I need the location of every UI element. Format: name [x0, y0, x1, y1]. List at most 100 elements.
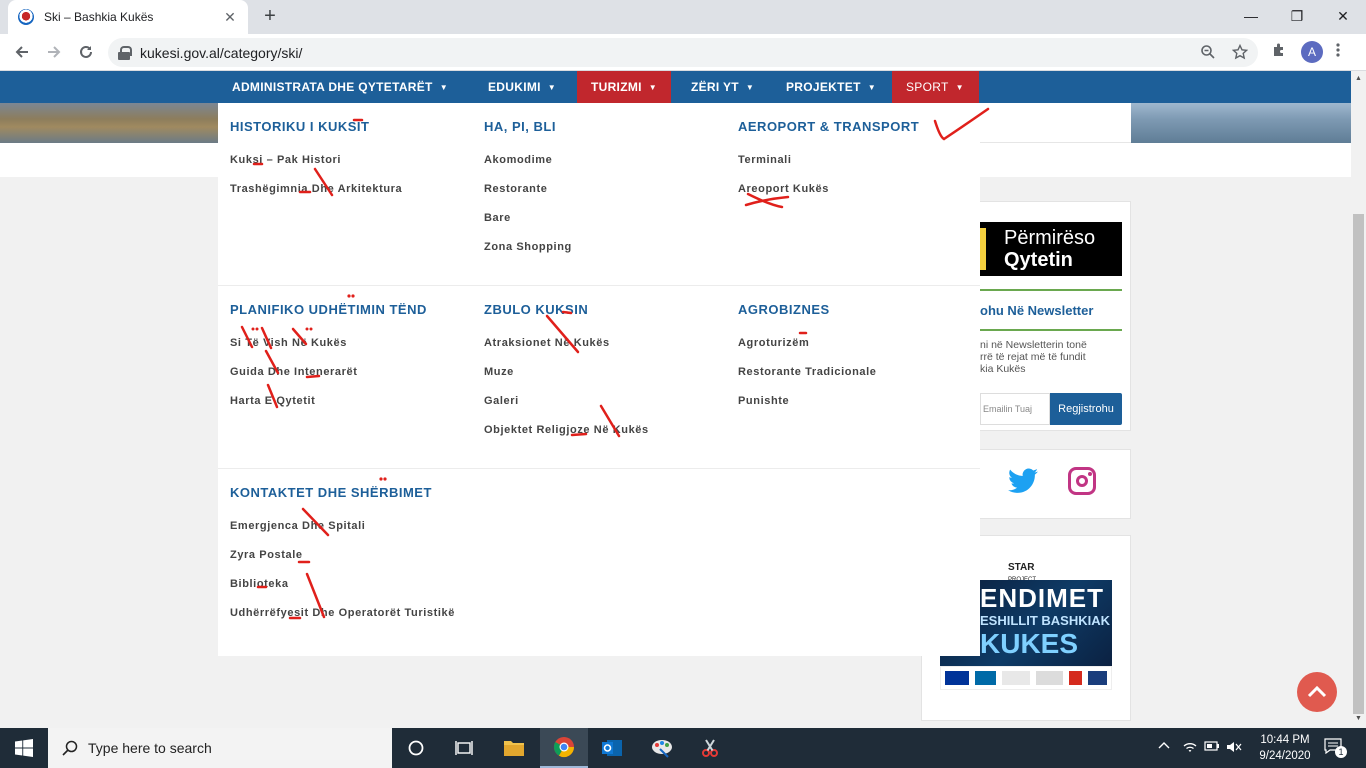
extensions-puzzle-icon[interactable]	[1271, 42, 1287, 58]
nav-item-edukimi[interactable]: EDUKIMI ▼	[474, 71, 570, 103]
scroll-up-arrow-icon[interactable]: ▲	[1355, 75, 1362, 82]
minimize-button[interactable]: —	[1228, 0, 1274, 32]
mega-link[interactable]: Biblioteka	[230, 575, 460, 594]
mega-section-agrobiznes: AGROBIZNES Agroturizëm Restorante Tradic…	[738, 302, 992, 421]
mega-section-title[interactable]: ZBULO KUKSIN	[484, 302, 738, 322]
bookmark-star-icon[interactable]	[1232, 44, 1248, 60]
nav-label: ZËRI YT	[691, 80, 739, 94]
caret-down-icon: ▼	[439, 82, 448, 92]
mega-link-list: Atraksionet Në Kukës Muze Galeri Objekte…	[484, 334, 738, 440]
battery-icon[interactable]	[1204, 740, 1220, 752]
windows-logo-icon	[15, 739, 33, 757]
taskbar-clock[interactable]: 10:44 PM 9/24/2020	[1250, 732, 1320, 764]
outlook-button[interactable]	[588, 728, 636, 768]
volume-muted-icon[interactable]	[1226, 740, 1242, 754]
outlook-icon	[602, 740, 622, 756]
windows-taskbar: Type here to search 10:44 PM 9/24/2020 1	[0, 728, 1366, 768]
scroll-to-top-button[interactable]	[1297, 672, 1337, 712]
file-explorer-button[interactable]	[490, 728, 538, 768]
paint-app-button[interactable]	[638, 728, 686, 768]
restore-button[interactable]: ❐	[1274, 0, 1320, 32]
nav-item-sport[interactable]: SPORT ▼	[892, 71, 979, 103]
chrome-icon	[553, 737, 575, 758]
mega-link[interactable]: Si Të Vish Në Kukës	[230, 334, 484, 353]
permireso-qytetin-banner[interactable]: Përmirëso Qytetin	[980, 222, 1122, 276]
browser-menu-icon[interactable]	[1336, 42, 1340, 58]
chevron-up-icon	[1307, 686, 1327, 698]
mega-link[interactable]: Harta E Qytetit	[230, 392, 484, 411]
caret-down-icon: ▼	[745, 82, 755, 92]
mega-link[interactable]: Zona Shopping	[484, 238, 738, 257]
start-button[interactable]	[0, 728, 48, 768]
profile-avatar[interactable]: A	[1301, 41, 1323, 63]
mega-link[interactable]: Restorante	[484, 180, 738, 199]
browser-tab[interactable]: Ski – Bashkia Kukës ✕	[8, 0, 248, 34]
mega-link[interactable]: Terminali	[738, 151, 992, 170]
scroll-down-arrow-icon[interactable]: ▼	[1355, 715, 1362, 722]
forward-arrow-icon	[48, 46, 61, 58]
caret-down-icon: ▼	[955, 82, 964, 92]
task-view-icon	[455, 741, 473, 755]
mega-link[interactable]: Kuksi – Pak Histori	[230, 151, 484, 170]
task-view-button[interactable]	[440, 728, 488, 768]
mega-link[interactable]: Objektet Religjoze Në Kukës	[484, 421, 738, 440]
mega-section-title[interactable]: AGROBIZNES	[738, 302, 992, 322]
mega-section-title[interactable]: PLANIFIKO UDHËTIMIN TËND	[230, 302, 484, 322]
mega-link[interactable]: Atraksionet Në Kukës	[484, 334, 738, 353]
mega-link-list: Akomodime Restorante Bare Zona Shopping	[484, 151, 738, 257]
mega-link[interactable]: Bare	[484, 209, 738, 228]
tab-close-icon[interactable]: ✕	[222, 9, 238, 26]
poster-line1: ENDIMET	[980, 583, 1104, 613]
mega-section-title[interactable]: HISTORIKU I KUKSIT	[230, 119, 484, 139]
clock-date: 9/24/2020	[1259, 750, 1311, 762]
forward-button[interactable]	[40, 38, 68, 66]
nav-item-administrata[interactable]: ADMINISTRATA DHE QYTETARËT ▼	[218, 71, 462, 103]
zoom-icon[interactable]	[1200, 44, 1216, 60]
snipping-tool-button[interactable]	[686, 728, 734, 768]
wifi-icon[interactable]	[1182, 740, 1198, 754]
mega-section-title[interactable]: HA, PI, BLI	[484, 119, 738, 139]
taskbar-search[interactable]: Type here to search	[48, 728, 392, 768]
nav-item-projektet[interactable]: PROJEKTET ▼	[772, 71, 890, 103]
mega-link[interactable]: Emergjenca Dhe Spitali	[230, 517, 460, 536]
chrome-taskbar-button[interactable]	[540, 728, 588, 768]
mega-link[interactable]: Zyra Postale	[230, 546, 460, 565]
subscribe-button[interactable]: Regjistrohu	[1050, 393, 1122, 425]
mega-link[interactable]: Agroturizëm	[738, 334, 992, 353]
mega-section-historiku: HISTORIKU I KUKSIT Kuksi – Pak Histori T…	[230, 119, 484, 209]
reload-button[interactable]	[72, 38, 100, 66]
caret-down-icon: ▼	[547, 82, 556, 92]
mega-row-divider	[218, 468, 980, 469]
mega-section-title[interactable]: KONTAKTET DHE SHËRBIMET	[230, 485, 460, 505]
mega-link[interactable]: Restorante Tradicionale	[738, 363, 992, 382]
nav-item-turizmi[interactable]: TURIZMI ▼	[577, 71, 671, 103]
scroll-thumb[interactable]	[1353, 214, 1364, 714]
caret-down-icon: ▼	[648, 82, 657, 92]
page-scrollbar[interactable]: ▲ ▼	[1351, 71, 1366, 728]
address-bar[interactable]: kukesi.gov.al/category/ski/	[108, 38, 1258, 67]
close-window-button[interactable]: ✕	[1320, 0, 1366, 32]
mega-link[interactable]: Akomodime	[484, 151, 738, 170]
mega-link[interactable]: Guida Dhe Intenerarët	[230, 363, 484, 382]
divider	[980, 289, 1122, 291]
tray-chevron-up-icon[interactable]	[1158, 740, 1170, 752]
mega-section-title[interactable]: AEROPORT & TRANSPORT	[738, 119, 992, 139]
clock-time: 10:44 PM	[1260, 734, 1310, 746]
action-center-button[interactable]: 1	[1324, 738, 1347, 758]
nav-item-zeri-yt[interactable]: ZËRI YT ▼	[677, 71, 768, 103]
mega-link[interactable]: Muze	[484, 363, 738, 382]
mega-link[interactable]: Punishte	[738, 392, 992, 411]
mega-section-kontaktet: KONTAKTET DHE SHËRBIMET Emergjenca Dhe S…	[230, 485, 460, 633]
site-favicon-icon	[18, 9, 34, 25]
instagram-icon[interactable]	[1068, 467, 1096, 495]
mega-link[interactable]: Areoport Kukës	[738, 180, 992, 199]
back-button[interactable]	[8, 38, 36, 66]
twitter-icon[interactable]	[1008, 468, 1038, 494]
new-tab-button[interactable]: +	[258, 5, 282, 29]
mega-link-list: Emergjenca Dhe Spitali Zyra Postale Bibl…	[230, 517, 460, 623]
mega-link[interactable]: Trashëgimnia Dhe Arkitektura	[230, 180, 484, 199]
mega-link[interactable]: Udhërrëfyesit Dhe Operatorët Turistikë	[230, 604, 460, 623]
mega-link[interactable]: Galeri	[484, 392, 738, 411]
cortana-button[interactable]	[392, 728, 440, 768]
donor-logos	[940, 666, 1112, 690]
